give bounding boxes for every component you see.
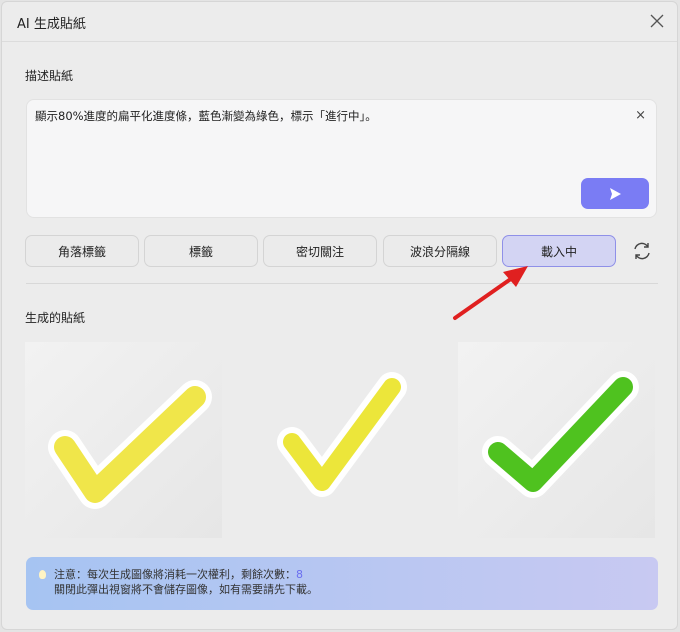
chip-corner-label[interactable]: 角落標籤 (25, 235, 139, 267)
clear-icon[interactable]: × (635, 108, 646, 123)
checkmark-icon (482, 371, 639, 498)
chip-loading[interactable]: 載入中 (502, 235, 616, 267)
ai-sticker-dialog: AI 生成貼紙 描述貼紙 顯示80%進度的扁平化進度條，藍色漸變為綠色，標示「進… (1, 1, 678, 630)
send-button[interactable] (581, 178, 649, 209)
generated-label: 生成的貼紙 (25, 311, 86, 325)
description-input[interactable]: 顯示80%進度的扁平化進度條，藍色漸變為綠色，標示「進行中」。 × (26, 99, 657, 218)
chip-watch[interactable]: 密切關注 (263, 235, 377, 267)
sticker-image-2[interactable] (242, 342, 439, 538)
remaining-count: 8 (296, 568, 303, 581)
sticker-image-1[interactable] (25, 342, 222, 538)
describe-label: 描述貼紙 (25, 69, 74, 83)
description-text[interactable]: 顯示80%進度的扁平化進度條，藍色漸變為綠色，標示「進行中」。 (35, 108, 377, 124)
notice-line-1: 注意：每次生成圖像將消耗一次權利，剩餘次數：8 (54, 567, 658, 582)
notice-line-2: 關閉此彈出視窗將不會儲存圖像，如有需要請先下載。 (54, 583, 318, 596)
sticker-image-3[interactable] (458, 342, 655, 538)
chip-wave-divider[interactable]: 波浪分隔線 (383, 235, 497, 267)
notice-banner: 注意：每次生成圖像將消耗一次權利，剩餘次數：8 關閉此彈出視窗將不會儲存圖像，如… (26, 557, 658, 610)
checkmark-icon (48, 380, 212, 509)
checkmark-icon (277, 372, 407, 497)
chip-label[interactable]: 標籤 (144, 235, 258, 267)
refresh-icon[interactable] (631, 240, 653, 262)
dialog-title: AI 生成貼紙 (17, 17, 86, 32)
title-bar: AI 生成貼紙 (2, 2, 677, 42)
lightbulb-icon (39, 570, 46, 579)
divider (26, 283, 658, 284)
notice-text: 注意：每次生成圖像將消耗一次權利，剩餘次數： (54, 568, 296, 581)
send-icon (610, 187, 621, 200)
close-icon[interactable] (647, 11, 667, 31)
